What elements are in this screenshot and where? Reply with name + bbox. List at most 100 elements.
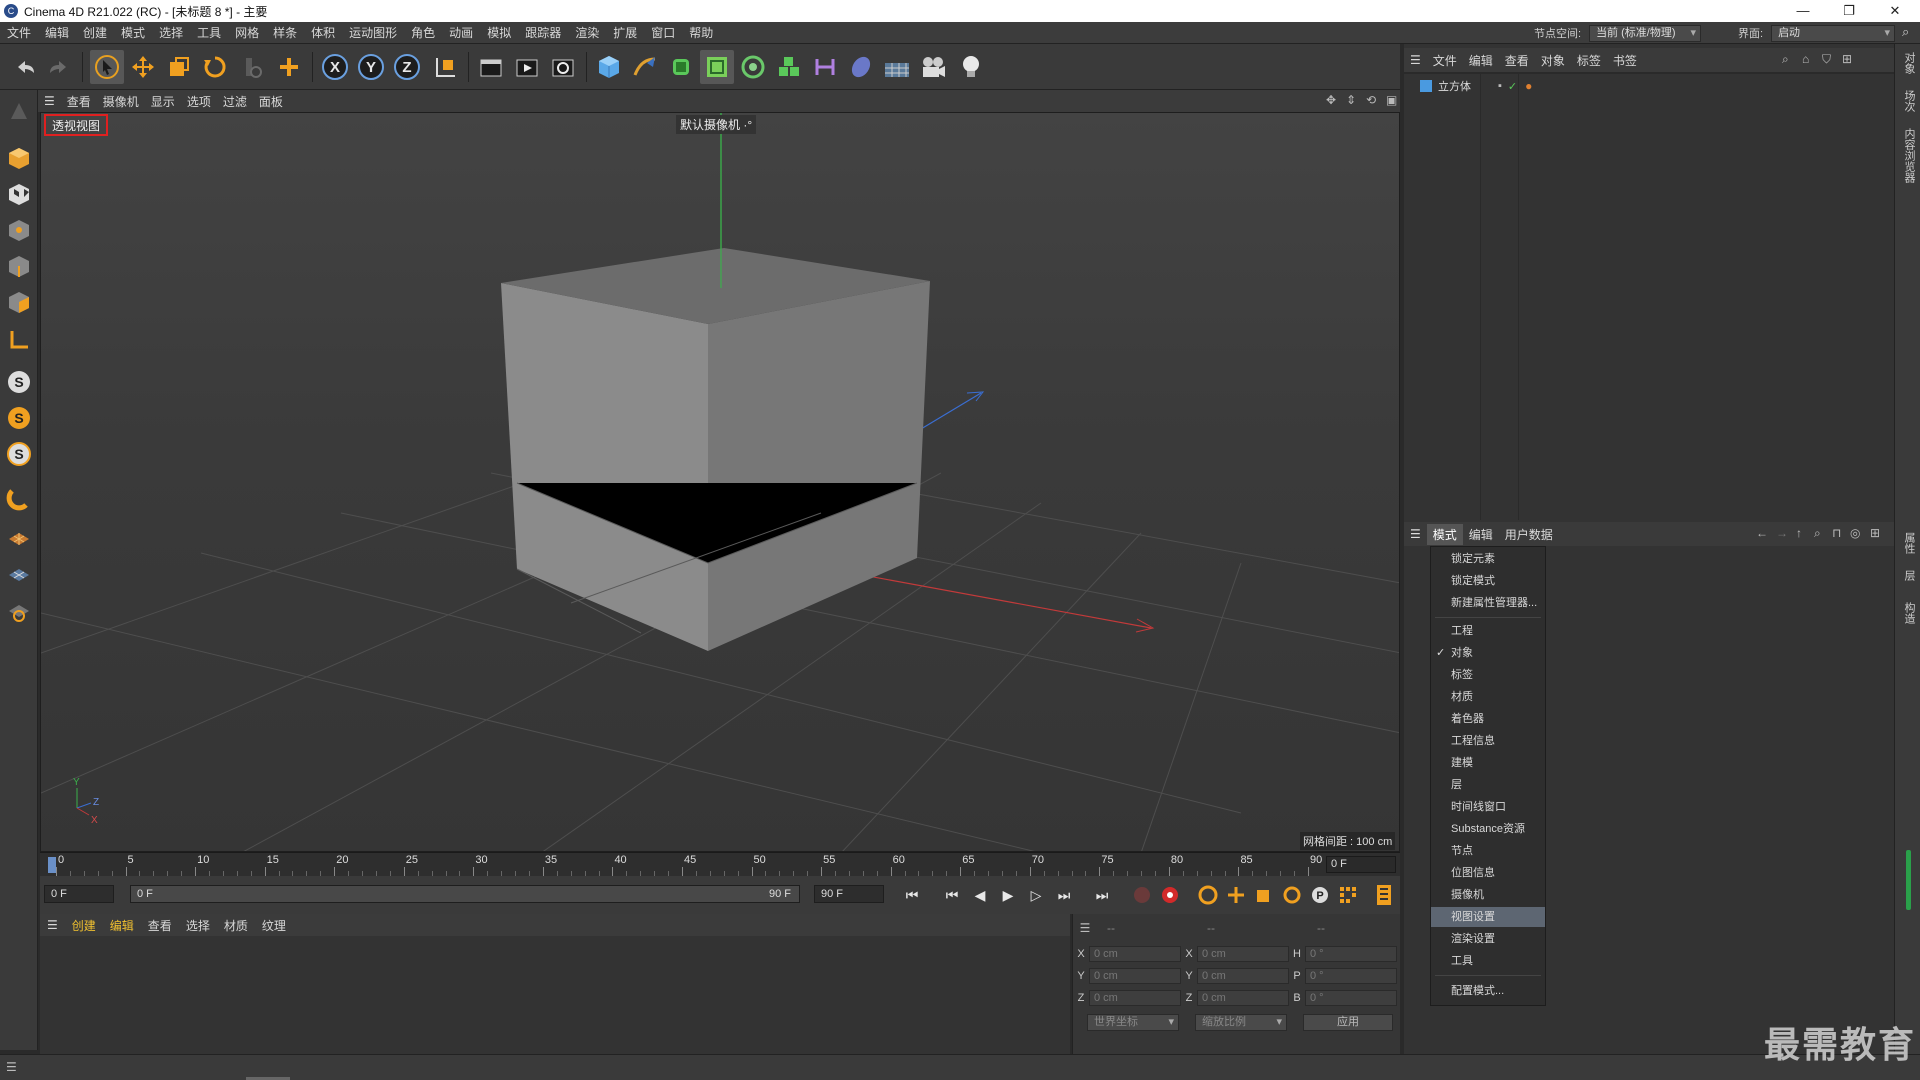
render-picture-viewer-icon[interactable] [510,50,544,84]
menu-item-configure-modes[interactable]: 配置模式... [1431,981,1545,1001]
recent-tools-icon[interactable] [234,50,268,84]
menu-edit[interactable]: 编辑 [38,22,76,44]
scale-mode-dropdown[interactable]: 缩放比例 [1195,1013,1287,1031]
texture-mode-icon[interactable] [3,178,35,210]
menu-character[interactable]: 角色 [404,22,442,44]
tab-objects[interactable]: 对象 [1901,52,1917,74]
lock-y-icon[interactable]: Y [354,50,388,84]
menu-item-project[interactable]: 工程 [1431,621,1545,641]
cloner-icon[interactable] [736,50,770,84]
array-icon[interactable] [772,50,806,84]
rotation-key-icon[interactable] [1280,883,1304,907]
apply-button[interactable]: 应用 [1303,1013,1393,1031]
menu-item-new-attribute-manager[interactable]: 新建属性管理器... [1431,593,1545,613]
menu-item-material[interactable]: 材质 [1431,687,1545,707]
go-to-next-key-icon[interactable]: ⏭ [1052,883,1076,907]
viewport-menu-options[interactable]: 选项 [181,93,217,110]
light-icon[interactable] [954,50,988,84]
menu-item-project-info[interactable]: 工程信息 [1431,731,1545,751]
tab-layers[interactable]: 层 [1901,570,1917,581]
solo-icon[interactable]: S [3,402,35,434]
redo-icon[interactable] [42,50,76,84]
object-name-label[interactable]: 立方体 [1438,78,1496,94]
playhead[interactable] [48,857,56,873]
menu-mode[interactable]: 模式 [114,22,152,44]
menu-item-object[interactable]: ✓ 对象 [1431,643,1545,663]
new-panel-icon[interactable]: ⊞ [1842,52,1852,66]
menu-item-tag[interactable]: 标签 [1431,665,1545,685]
menu-item-shader[interactable]: 着色器 [1431,709,1545,729]
search-icon[interactable]: ⌕ [1814,526,1821,541]
make-editable-icon[interactable] [3,96,35,128]
attribute-menu-edit[interactable]: 编辑 [1463,526,1499,543]
filter-icon[interactable]: ⛉ [1822,52,1831,67]
viewport-menu-filter[interactable]: 过滤 [217,93,253,110]
search-icon[interactable]: ⌕ [1902,24,1909,40]
menu-item-viewport-settings[interactable]: 视图设置 [1431,907,1545,927]
grid-plane-icon[interactable] [3,558,35,590]
restore-button[interactable]: ❐ [1826,0,1872,22]
deformer-icon[interactable] [808,50,842,84]
close-button[interactable]: ✕ [1872,0,1918,22]
play-icon[interactable]: ▶ [996,883,1020,907]
menu-animate[interactable]: 动画 [442,22,480,44]
material-menu-view[interactable]: 查看 [141,917,179,934]
scale-icon[interactable] [162,50,196,84]
model-mode-icon[interactable] [3,142,35,174]
size-y-field[interactable]: 0 cm [1197,968,1289,984]
node-space-dropdown[interactable]: 当前 (标准/物理) [1589,24,1702,42]
hamburger-icon[interactable]: ☰ [6,1060,17,1074]
viewport-name-label[interactable]: 透视视图 [44,114,109,136]
zoom-view-icon[interactable]: ⇕ [1346,93,1356,107]
layout-dropdown[interactable]: 启动 [1771,24,1896,42]
tag-icon[interactable]: ● [1525,79,1532,93]
field-icon[interactable] [844,50,878,84]
points-mode-icon[interactable] [3,214,35,246]
edges-mode-icon[interactable] [3,250,35,282]
menu-file[interactable]: 文件 [0,22,38,44]
workplane-icon[interactable] [3,522,35,554]
record-active-objects-icon[interactable] [1130,883,1154,907]
active-camera-label[interactable]: 默认摄像机 ·° [676,115,757,134]
menu-item-modeling[interactable]: 建模 [1431,753,1545,773]
polygons-mode-icon[interactable] [3,286,35,318]
keyframe-selection-icon[interactable] [1196,883,1220,907]
menu-item-render-settings[interactable]: 渲染设置 [1431,929,1545,949]
search-icon[interactable]: ⌕ [1782,52,1789,67]
tab-content-browser[interactable]: 内容浏览器 [1901,128,1917,183]
hamburger-icon[interactable]: ☰ [1404,527,1427,541]
parameter-key-icon[interactable]: P [1308,883,1332,907]
position-x-field[interactable]: 0 cm [1089,946,1181,962]
menu-select[interactable]: 选择 [152,22,190,44]
auto-keying-icon[interactable] [1158,883,1182,907]
object-menu-file[interactable]: 文件 [1427,52,1463,69]
minimize-button[interactable]: — [1780,0,1826,22]
up-arrow-icon[interactable]: ↑ [1796,526,1802,540]
floor-icon[interactable] [880,50,914,84]
menu-create[interactable]: 创建 [76,22,114,44]
object-menu-view[interactable]: 查看 [1499,52,1535,69]
menu-extensions[interactable]: 扩展 [606,22,644,44]
hamburger-icon[interactable]: ☰ [1073,921,1097,935]
menu-tools[interactable]: 工具 [190,22,228,44]
menu-item-bitmap-info[interactable]: 位图信息 [1431,863,1545,883]
start-frame-field[interactable]: 0 F [44,885,114,903]
menu-help[interactable]: 帮助 [682,22,720,44]
rotate-view-icon[interactable]: ⟲ [1366,93,1376,107]
enabled-check-icon[interactable]: ✓ [1508,80,1517,93]
back-arrow-icon[interactable]: ← [1756,526,1768,540]
hamburger-icon[interactable]: ☰ [38,94,61,108]
perspective-viewport[interactable]: Y Z X [40,112,1400,852]
position-key-icon[interactable] [1224,883,1248,907]
render-view-icon[interactable] [474,50,508,84]
point-level-animation-icon[interactable] [1336,883,1360,907]
undo-icon[interactable] [8,50,42,84]
lock-workplane-icon[interactable] [3,594,35,626]
add-icon[interactable] [272,50,306,84]
render-settings-icon[interactable] [546,50,580,84]
coordinate-mode-dropdown[interactable]: 世界坐标 [1087,1013,1179,1031]
attribute-menu-mode[interactable]: 模式 [1426,523,1463,545]
axis-mode-icon[interactable] [3,324,35,356]
viewport-menu-cameras[interactable]: 摄像机 [97,93,145,110]
viewport-menu-view[interactable]: 查看 [61,93,97,110]
